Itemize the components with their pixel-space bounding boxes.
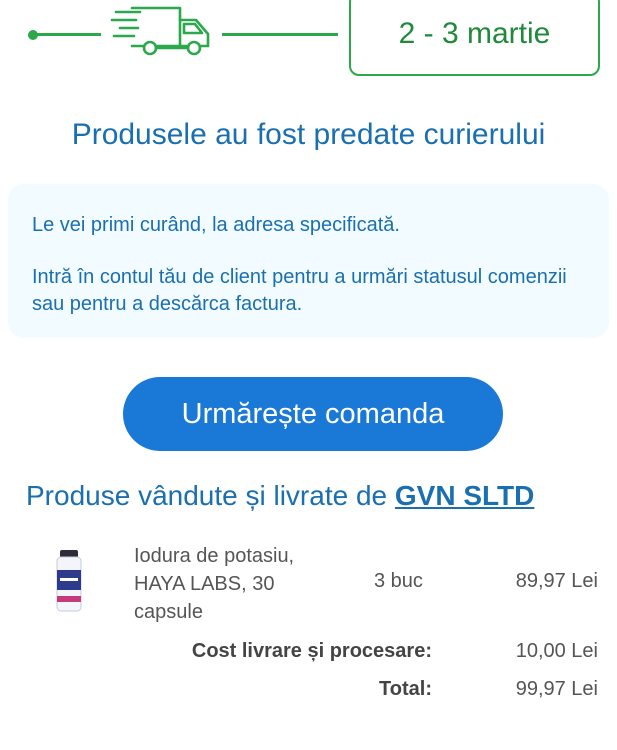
shipping-cost-value: 10,00 Lei — [515, 640, 598, 662]
status-headline: Produsele au fost predate curierului — [71, 118, 546, 151]
product-thumbnail[interactable] — [52, 550, 86, 614]
total-value: 99,97 Lei — [515, 678, 598, 700]
status-info-box: Le vei primi curând, la adresa specifica… — [8, 184, 609, 338]
progress-line-right — [222, 33, 338, 36]
status-message-line1: Le vei primi curând, la adresa specifica… — [32, 214, 400, 236]
track-order-button[interactable]: Urmărește comanda — [123, 377, 503, 451]
delivery-date-box: 2 - 3 martie — [349, 0, 600, 76]
total-label: Total: — [379, 678, 432, 700]
delivery-date-label: 2 - 3 martie — [398, 17, 551, 50]
shipping-cost-label: Cost livrare și procesare: — [191, 640, 432, 662]
delivery-truck-icon — [110, 2, 214, 62]
product-price: 89,97 Lei — [515, 570, 598, 592]
product-name[interactable]: Iodura de potasiu, HAYA LABS, 30 capsule — [134, 542, 344, 626]
seller-prefix: Produse vândute și livrate de — [26, 480, 395, 511]
seller-name-link[interactable]: GVN SLTD — [395, 480, 534, 511]
progress-line-left — [33, 33, 101, 36]
product-quantity: 3 buc — [374, 570, 423, 592]
seller-line: Produse vândute și livrate de GVN SLTD — [26, 480, 611, 512]
status-message-line2: Intră în contul tău de client pentru a u… — [32, 266, 567, 315]
